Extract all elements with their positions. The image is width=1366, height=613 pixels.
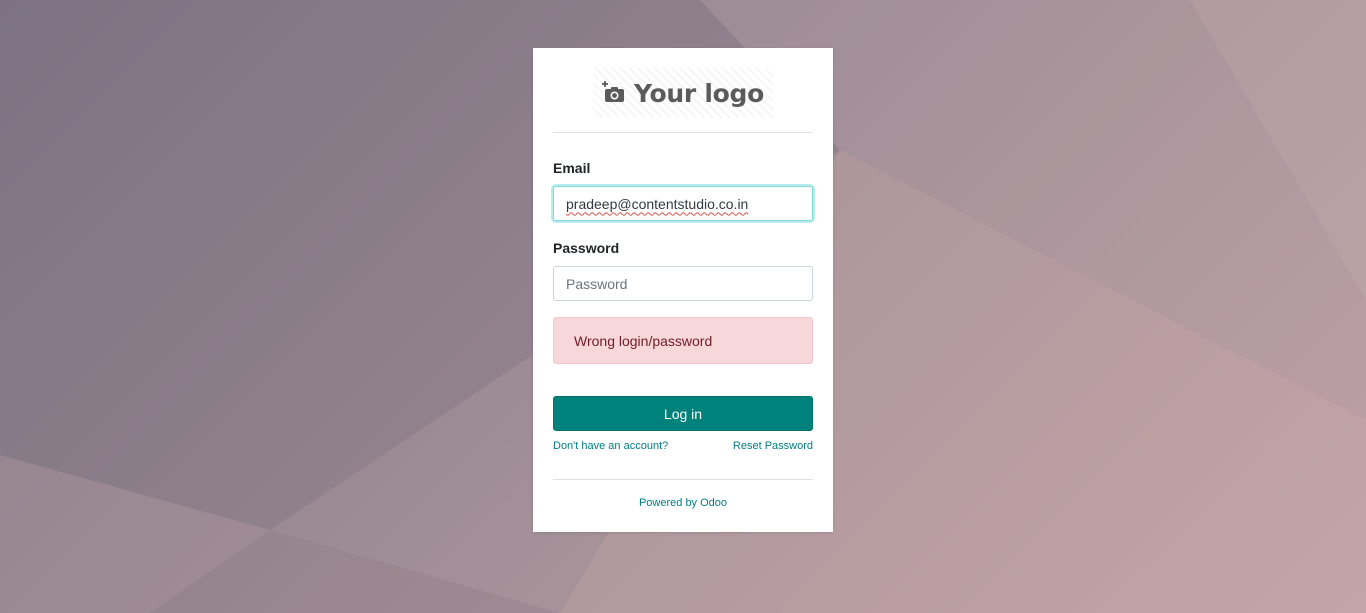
signup-link[interactable]: Don't have an account? — [553, 440, 668, 452]
camera-plus-icon — [602, 81, 625, 102]
header-divider — [553, 132, 813, 133]
reset-password-link[interactable]: Reset Password — [733, 440, 813, 452]
email-field[interactable]: pradeep@contentstudio.co.in — [553, 186, 813, 221]
footer-divider — [553, 479, 813, 480]
login-button[interactable]: Log in — [553, 396, 813, 431]
error-message: Wrong login/password — [574, 332, 713, 349]
login-card: Your logo Email pradeep@contentstudio.co… — [533, 48, 833, 532]
email-value: pradeep@contentstudio.co.in — [566, 195, 749, 212]
password-field[interactable] — [553, 266, 813, 301]
footer: Powered by Odoo — [533, 497, 833, 509]
logo-text: Your logo — [634, 78, 764, 108]
error-alert: Wrong login/password — [553, 317, 813, 364]
company-logo: Your logo — [593, 68, 773, 118]
email-label: Email — [553, 160, 591, 176]
powered-by-link[interactable]: Powered by Odoo — [639, 497, 727, 509]
password-label: Password — [553, 240, 620, 256]
